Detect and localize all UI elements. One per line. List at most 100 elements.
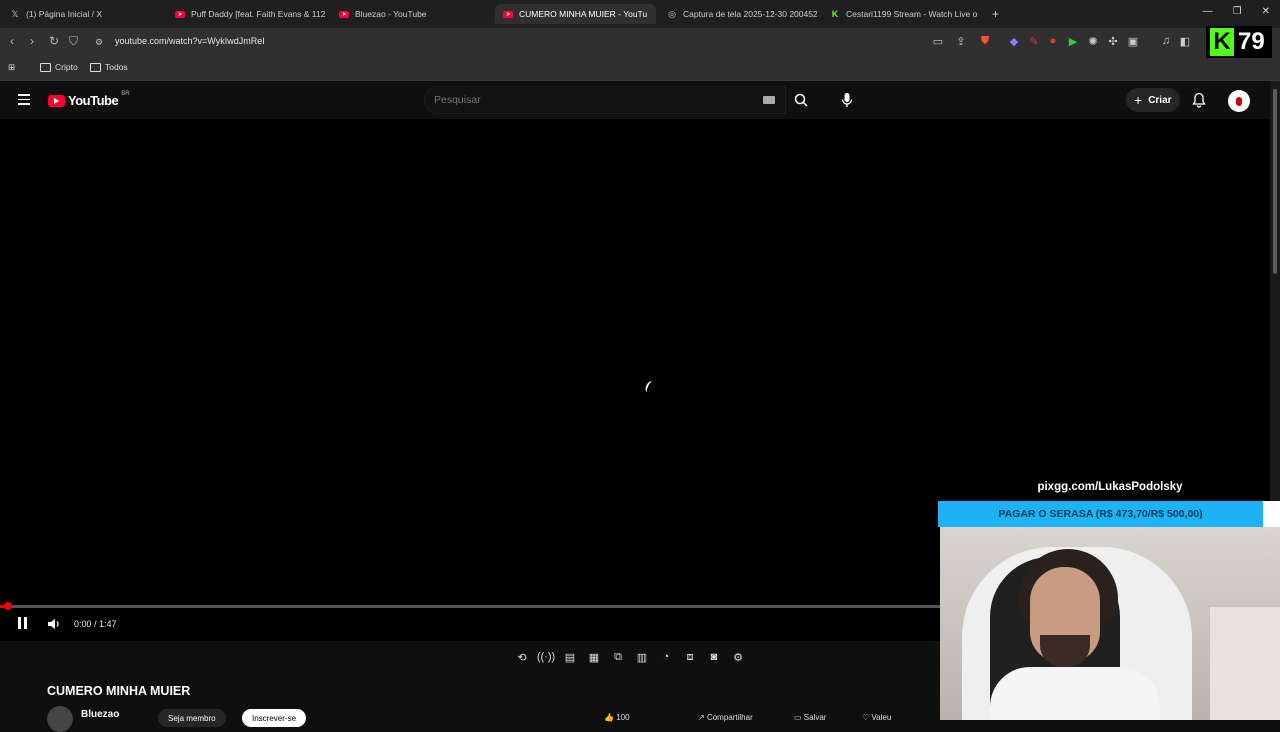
join-button[interactable]: Seja membro	[158, 709, 226, 727]
window-controls: — ❐ ✕	[1203, 6, 1270, 17]
tab-title: Cestari1199 Stream - Watch Live on I	[846, 9, 978, 19]
banner-edge	[1263, 501, 1280, 527]
youtube-header: YouTube BR + Criar	[0, 81, 1270, 119]
volume-icon	[48, 619, 59, 629]
background-bed	[1210, 607, 1280, 720]
save-label: Salvar	[803, 713, 827, 722]
x-icon: 𝕏	[11, 8, 19, 19]
notifications-button[interactable]	[1192, 92, 1206, 113]
bookmark-label: Todos	[105, 62, 128, 72]
close-window-icon[interactable]: ✕	[1262, 6, 1270, 17]
progress-bar[interactable]	[0, 602, 940, 610]
scrollbar-thumb[interactable]	[1273, 89, 1277, 274]
microphone-icon	[841, 93, 853, 107]
logo-text: YouTube	[68, 93, 119, 108]
streamer-shirt	[990, 667, 1160, 720]
channel-avatar[interactable]	[47, 706, 73, 732]
tab-puff-daddy[interactable]: Puff Daddy [feat. Faith Evans & 112]	[175, 4, 325, 24]
cinema-icon[interactable]: ▦	[586, 649, 602, 665]
close-icon[interactable]: ✕	[655, 9, 656, 20]
plus-icon: +	[1134, 92, 1143, 108]
tab-captura[interactable]: ◎ Captura de tela 2025-12-30 200452...	[667, 4, 817, 24]
account-avatar[interactable]	[1228, 90, 1250, 112]
extension-icon[interactable]: ◆	[1008, 35, 1020, 48]
scrubber-handle[interactable]	[4, 602, 12, 610]
extension-icon[interactable]: ▶	[1067, 35, 1079, 48]
thanks-label: Valeu	[871, 713, 892, 722]
search-button[interactable]	[786, 86, 816, 114]
tab-cumero-active[interactable]: CUMERO MINHA MUIER - YouTu ✕	[495, 4, 656, 24]
webcam-feed	[940, 527, 1280, 720]
minimize-icon[interactable]: —	[1203, 6, 1213, 17]
volume-button[interactable]	[47, 617, 61, 635]
brave-shield-icon[interactable]: ⛊	[979, 35, 991, 47]
pause-icon	[18, 617, 21, 629]
browser-tab-bar: 𝕏 (1) Página Inicial / X Puff Daddy [fea…	[0, 0, 1280, 28]
search-icon	[794, 93, 808, 107]
hamburger-menu-icon[interactable]	[18, 94, 30, 105]
youtube-icon	[339, 9, 349, 19]
forward-icon[interactable]: ›	[30, 34, 34, 48]
media-icon[interactable]: ♫	[1160, 35, 1172, 47]
avatar-image	[1236, 96, 1242, 106]
loop-icon[interactable]: ⟲	[514, 649, 530, 665]
donation-goal-banner: PAGAR O SERASA (R$ 473,70/R$ 500,00)	[938, 501, 1263, 527]
subscribe-button[interactable]: Inscrever-se	[242, 709, 307, 727]
time-display: 0:00 / 1:47	[74, 619, 117, 629]
video-title: CUMERO MINHA MUIER	[47, 684, 191, 698]
panel-icon[interactable]: ◧	[1179, 35, 1191, 48]
tab-bluezao[interactable]: Bluezao - YouTube	[339, 4, 489, 24]
search-input[interactable]	[434, 94, 734, 106]
tab-kick-stream[interactable]: K Cestari1199 Stream - Watch Live on I	[830, 4, 978, 24]
new-tab-button[interactable]: +	[992, 4, 1004, 24]
folder-icon	[90, 62, 101, 72]
keyboard-icon[interactable]	[763, 96, 775, 104]
save-button[interactable]: ▭ Salvar	[794, 713, 826, 722]
resize-icon[interactable]: ⧉	[610, 649, 626, 665]
player-extension-toolbar: ⟲ ((·)) ▤ ▦ ⧉ ▥ ◔ ⧈ ◙ ⚙	[514, 649, 746, 665]
bookmark-icon[interactable]: ⛉	[69, 34, 78, 49]
speed-icon[interactable]: ◔	[658, 649, 674, 665]
youtube-logo[interactable]: YouTube BR	[48, 91, 130, 108]
broadcast-icon[interactable]: ((·))	[537, 649, 555, 665]
cast-icon[interactable]: ▭	[932, 35, 944, 48]
restore-icon[interactable]: ❐	[1233, 6, 1242, 17]
extension-icon[interactable]: ●	[1047, 35, 1059, 47]
screenshot-icon[interactable]: ◙	[706, 649, 722, 665]
theater-icon[interactable]: ▥	[634, 649, 650, 665]
bookmark-folder-cripto[interactable]: Cripto	[40, 62, 78, 72]
picture-in-picture-icon[interactable]: ⧈	[682, 649, 698, 665]
reload-icon[interactable]: ↻	[49, 34, 59, 48]
apps-icon[interactable]: ⊞	[8, 62, 15, 73]
back-icon[interactable]: ‹	[10, 34, 14, 48]
like-button[interactable]: 👍 100	[604, 713, 630, 722]
site-info-icon[interactable]: ⚙	[95, 37, 103, 48]
pause-icon	[24, 617, 27, 629]
share-icon[interactable]: ⇪	[955, 35, 967, 48]
share-button[interactable]: ↗ Compartilhar	[698, 713, 753, 722]
create-button[interactable]: + Criar	[1126, 88, 1180, 112]
thanks-button[interactable]: ♡ Valeu	[862, 713, 891, 722]
sidebar-icon[interactable]: ▣	[1127, 35, 1139, 48]
pause-button[interactable]	[18, 617, 27, 629]
settings-icon[interactable]: ⚙	[730, 649, 746, 665]
loading-spinner-icon	[643, 379, 657, 395]
extension-icon[interactable]: ✎	[1028, 35, 1040, 48]
bookmark-folder-todos[interactable]: Todos	[90, 62, 128, 72]
youtube-play-icon	[48, 94, 65, 107]
puzzle-icon[interactable]: ✣	[1107, 35, 1119, 48]
extension-icon[interactable]: ✺	[1087, 35, 1099, 48]
tab-x-home[interactable]: 𝕏 (1) Página Inicial / X	[10, 4, 160, 24]
donation-url: pixgg.com/LukasPodolsky	[1037, 481, 1183, 493]
tab-title: Captura de tela 2025-12-30 200452...	[683, 9, 817, 19]
url-field[interactable]: youtube.com/watch?v=WykIwdJmReI	[115, 36, 265, 46]
search-box	[424, 86, 786, 114]
preview-icon[interactable]: ▤	[562, 649, 578, 665]
channel-name[interactable]: Bluezao	[81, 709, 119, 720]
tab-title: CUMERO MINHA MUIER - YouTu	[519, 9, 648, 19]
youtube-icon	[503, 9, 513, 19]
tab-title: Bluezao - YouTube	[355, 9, 427, 19]
like-count: 100	[616, 713, 630, 722]
viewer-count: 79	[1238, 28, 1265, 55]
voice-search-button[interactable]	[834, 86, 860, 114]
